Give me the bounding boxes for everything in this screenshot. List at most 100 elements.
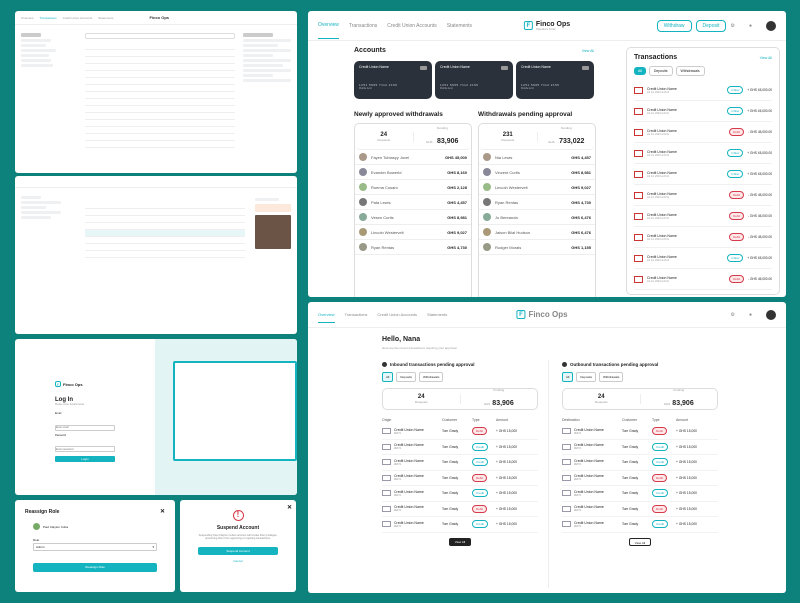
password-field[interactable] — [55, 446, 115, 452]
row-amount: + GHS 15,000 — [496, 506, 517, 511]
greeting-subtitle: Here are the recent transactions requiri… — [382, 346, 457, 350]
list-item[interactable]: Jaison Bilal Hudson GHS 6,476 — [479, 225, 595, 240]
transaction-row[interactable]: Credit Union Name Jul 14, 2023 at 9:41 Deb… — [634, 269, 772, 290]
accounts-title: Accounts — [354, 47, 386, 54]
thumb-nav-transactions[interactable]: Transactions — [40, 16, 57, 20]
avatar — [483, 168, 491, 176]
customer-name: Tom Grady — [442, 506, 459, 511]
table-row[interactable]: Credit Union Name #E871 Tom Grady Debit + GH… — [562, 424, 718, 440]
filter-chip[interactable]: All — [562, 372, 574, 382]
settings-icon[interactable]: ⚙ — [730, 23, 734, 29]
list-item[interactable]: Vincent Curtis GHS 8,981 — [479, 165, 595, 180]
table-row[interactable]: Credit Union Name #E871 Tom Grady Credit + G… — [382, 455, 538, 471]
filter-chip[interactable]: Deposits — [396, 372, 417, 382]
account-card[interactable]: Credit Union Name 1251 5965 7112 2156 Mobi… — [516, 61, 594, 99]
transaction-row[interactable]: Credit Union Name Jul 14, 2023 at 9:41 Inf… — [634, 80, 772, 101]
filter-withdrawals[interactable]: Withdrawals — [675, 66, 705, 76]
list-item[interactable]: Jo Bereanda GHS 6,476 — [479, 210, 595, 225]
list-item[interactable]: Lincoln Westervelt GHS 9,027 — [479, 180, 595, 195]
table-row[interactable]: Credit Union Name #E871 Tom Grady Debit + GH… — [382, 502, 538, 517]
list-item[interactable]: Rodger Morals GHS 1,155 — [479, 240, 595, 255]
suspend-cancel-button[interactable]: Cancel — [180, 559, 296, 563]
table-row[interactable]: Credit Union Name #E871 Tom Grady Credit + G… — [562, 486, 718, 502]
transaction-row[interactable]: Credit Union Name Jul 14, 2023 at 9:41 Deb… — [634, 185, 772, 206]
close-icon[interactable]: ✕ — [287, 504, 292, 511]
settings-icon[interactable]: ⚙ — [730, 312, 734, 318]
origin-code: #E871 — [574, 509, 582, 513]
list-item[interactable]: Pata Lewis GHS 4,457 — [355, 195, 471, 210]
withdraw-button[interactable]: Withdraw — [656, 19, 692, 32]
login-button[interactable]: Login — [55, 456, 115, 462]
bank-logo-icon — [634, 275, 643, 283]
avatar[interactable] — [766, 20, 776, 31]
filter-chip[interactable]: Withdrawals — [599, 372, 624, 382]
table-row[interactable]: Credit Union Name #E871 Tom Grady Credit + G… — [562, 455, 718, 471]
accounts-view-all[interactable]: View All — [582, 49, 594, 53]
table-header: Destination Customer Type Amount — [562, 416, 718, 424]
list-item[interactable]: Lincoln Westervelt GHS 9,027 — [355, 225, 471, 240]
transaction-row[interactable]: Credit Union Name Jul 14, 2023 at 9:41 Inf… — [634, 143, 772, 164]
transaction-row[interactable]: Credit Union Name Jul 14, 2023 at 9:41 Inf… — [634, 248, 772, 269]
section-title: Inbound transactions pending approval — [390, 362, 475, 367]
list-item[interactable]: Nia Lewis GHS 4,457 — [479, 150, 595, 165]
view-all-button[interactable]: View All — [629, 537, 651, 546]
tab-credit-union[interactable]: Credit Union Accounts — [387, 23, 436, 29]
table-row[interactable]: Credit Union Name #E871 Tom Grady Debit + GH… — [562, 471, 718, 486]
thumb-nav-overview[interactable]: Overview — [21, 16, 34, 20]
table-row[interactable]: Credit Union Name #E871 Tom Grady Credit + G… — [382, 517, 538, 533]
suspend-confirm-button[interactable]: Suspend Account — [198, 546, 278, 555]
table-row[interactable]: Credit Union Name #E871 Tom Grady Credit + G… — [382, 440, 538, 455]
list-item[interactable]: Ryan Rentas GHS 4,730 — [355, 240, 471, 255]
transaction-row[interactable]: Credit Union Name Jul 14, 2023 at 9:41 Inf… — [634, 101, 772, 122]
tab-statements-2[interactable]: Statements — [427, 312, 447, 317]
card-type: Mobile Acct — [521, 87, 534, 90]
person-amount: GHS 4,457 — [447, 199, 467, 205]
tab-transactions[interactable]: Transactions — [349, 23, 377, 29]
filter-deposits[interactable]: Deposits — [648, 66, 673, 76]
avatar[interactable] — [766, 309, 776, 320]
transaction-info: Credit Union Name Jul 14, 2023 at 9:41 — [647, 213, 729, 220]
close-icon[interactable]: ✕ — [160, 508, 165, 515]
table-row[interactable]: Credit Union Name #E871 Tom Grady Debit + GH… — [562, 502, 718, 517]
transaction-row[interactable]: Credit Union Name Jul 14, 2023 at 9:41 Inf… — [634, 164, 772, 185]
email-field[interactable] — [55, 424, 115, 431]
filter-chip[interactable]: Withdrawals — [419, 372, 444, 382]
view-all-button[interactable]: View All — [449, 537, 471, 546]
transaction-info: Credit Union Name Jul 14, 2023 at 9:41 — [647, 192, 729, 199]
tab-transactions-2[interactable]: Transactions — [345, 312, 368, 317]
transaction-row[interactable]: Credit Union Name Jul 14, 2023 at 9:41 Deb… — [634, 206, 772, 227]
list-item[interactable]: Evander Bowerld GHS 8,160 — [355, 165, 471, 180]
thumb-nav-statements[interactable]: Statements — [98, 16, 113, 20]
thumb-nav-credit-union[interactable]: Credit Union Accounts — [63, 16, 93, 20]
bell-icon[interactable]: ● — [749, 23, 752, 29]
tab-overview[interactable]: Overview — [318, 22, 339, 39]
account-card[interactable]: Credit Union Name 1251 5965 7112 2156 Mobi… — [435, 61, 513, 99]
bank-logo-icon — [634, 128, 643, 136]
table-row[interactable]: Credit Union Name #E871 Tom Grady Credit + G… — [562, 517, 718, 533]
transaction-info: Credit Union Name Jul 14, 2023 at 9:41 — [647, 171, 727, 178]
bank-logo-icon — [634, 170, 643, 178]
table-row[interactable]: Credit Union Name #E871 Tom Grady Debit + GH… — [382, 424, 538, 440]
role-select[interactable]: Admin ▾ — [33, 543, 157, 551]
filter-all[interactable]: All — [634, 67, 646, 75]
person-name: Nia Lewis — [495, 154, 513, 160]
table-row[interactable]: Credit Union Name #E871 Tom Grady Credit + G… — [562, 440, 718, 455]
table-row[interactable]: Credit Union Name #E871 Tom Grady Debit + GH… — [382, 471, 538, 486]
list-item[interactable]: Vesen Curtis GHS 8,981 — [355, 210, 471, 225]
bell-icon[interactable]: ● — [749, 312, 752, 318]
tab-credit-union-2[interactable]: Credit Union Accounts — [377, 312, 417, 317]
account-card[interactable]: Credit Union Name 1251 5965 7112 2156 Mobi… — [354, 61, 432, 99]
filter-chip[interactable]: All — [382, 372, 394, 382]
list-item[interactable]: Ruema Cosaro GHS 2,128 — [355, 180, 471, 195]
deposit-button[interactable]: Deposit — [695, 19, 727, 32]
filter-chip[interactable]: Deposits — [576, 372, 597, 382]
tab-overview-2[interactable]: Overview — [318, 312, 335, 323]
tab-statements[interactable]: Statements — [447, 23, 472, 29]
transaction-row[interactable]: Credit Union Name Jul 14, 2023 at 9:41 Deb… — [634, 122, 772, 143]
list-item[interactable]: Fayen Tobiasyy Jovel GHS 45,000 — [355, 150, 471, 165]
transaction-row[interactable]: Credit Union Name Jul 14, 2023 at 9:41 Deb… — [634, 227, 772, 248]
reassign-button[interactable]: Reassign Role — [33, 563, 157, 572]
transactions-view-all[interactable]: View All — [760, 56, 772, 60]
table-row[interactable]: Credit Union Name #E871 Tom Grady Credit + G… — [382, 486, 538, 502]
list-item[interactable]: Ryan Rentas GHS 4,730 — [479, 195, 595, 210]
